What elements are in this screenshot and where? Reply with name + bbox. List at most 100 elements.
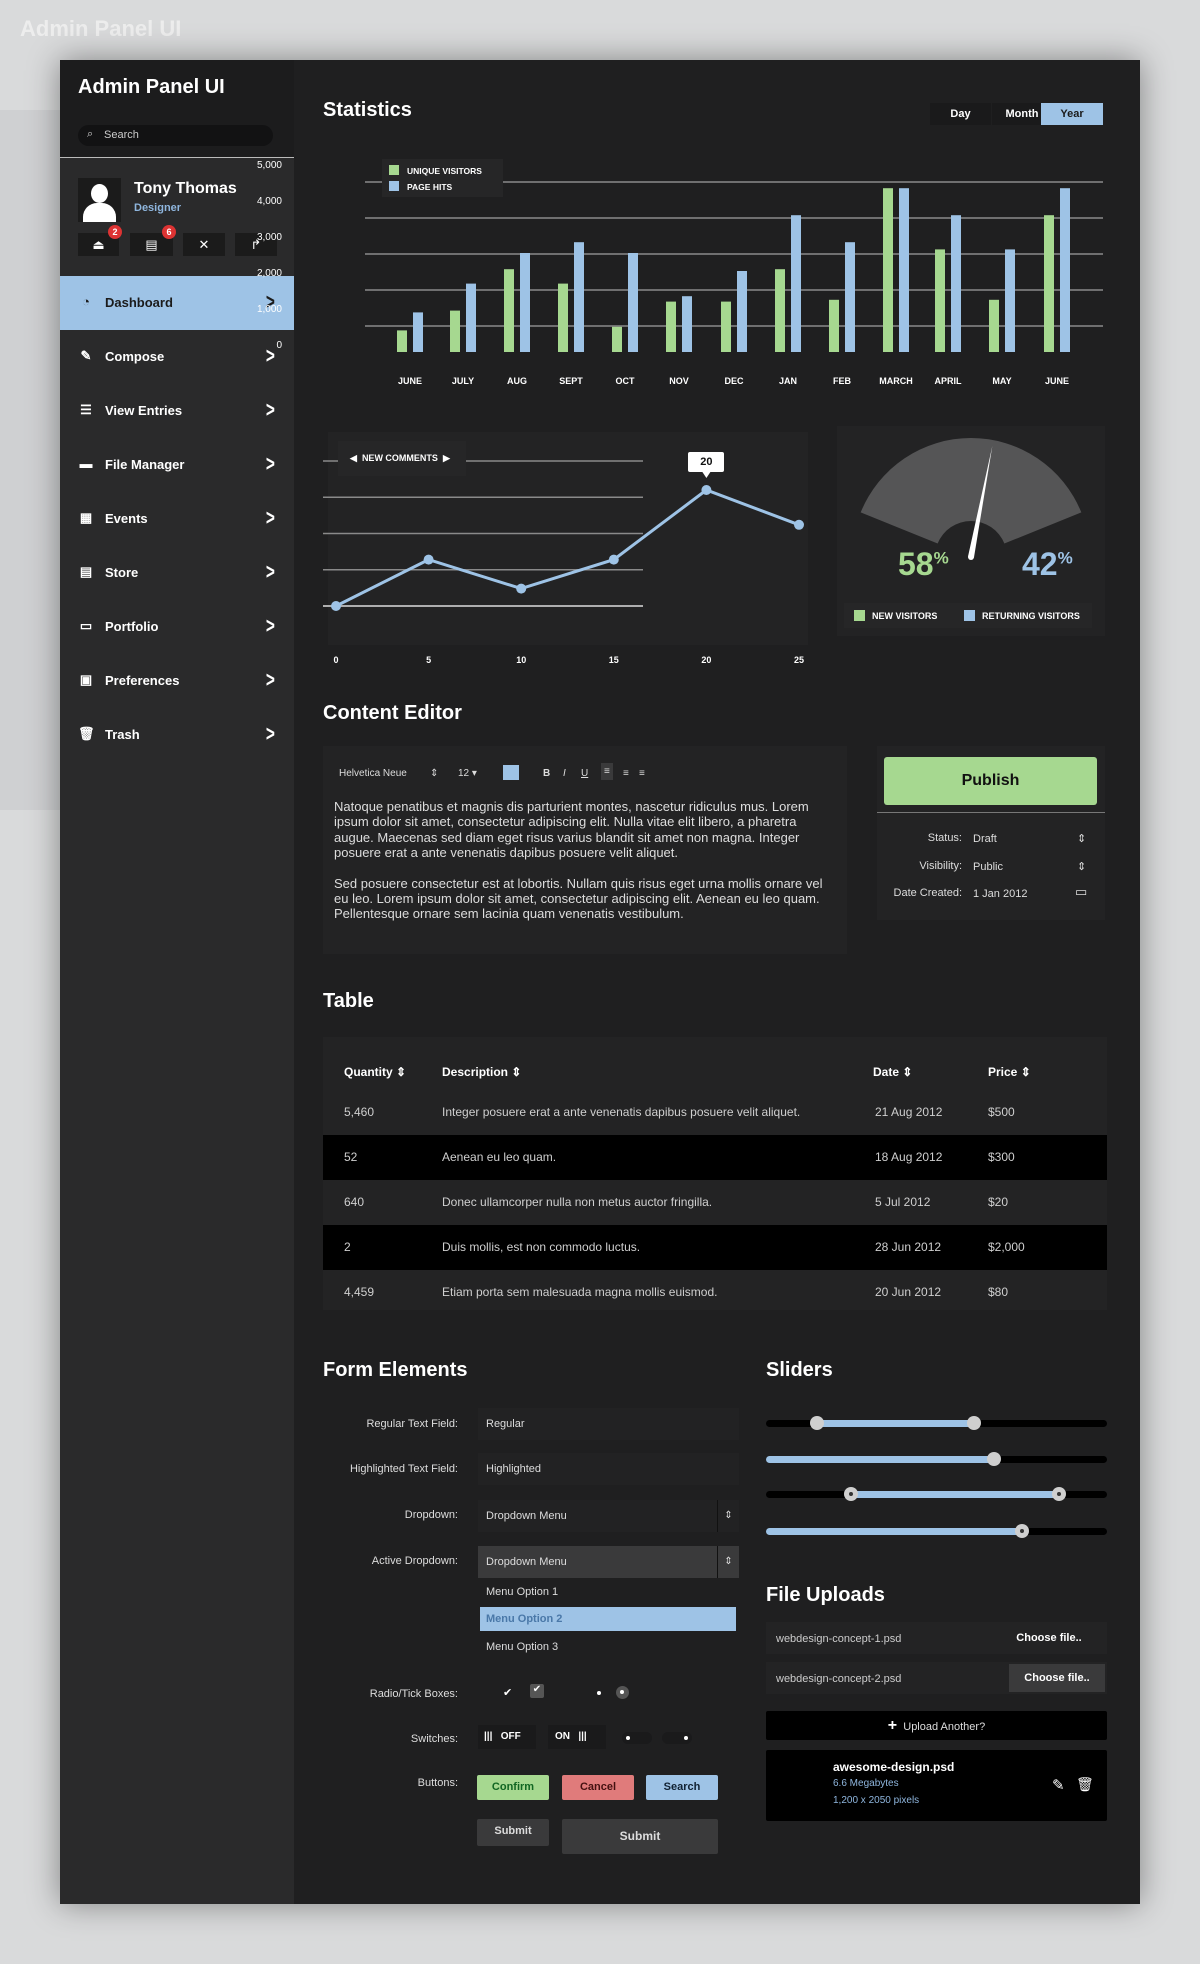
cell-date: 28 Jun 2012	[875, 1240, 942, 1254]
active-dropdown[interactable]: Dropdown Menu ⇕	[478, 1546, 739, 1578]
header-price[interactable]: Price ⇕	[988, 1065, 1031, 1079]
uploaded-file-card: awesome-design.psd 6.6 Megabytes 1,200 x…	[766, 1750, 1107, 1821]
cell-description: Integer posuere erat a ante venenatis da…	[442, 1105, 801, 1119]
table-row[interactable]: 640 Donec ullamcorper nulla non metus au…	[323, 1180, 1107, 1225]
cell-quantity: 52	[344, 1150, 358, 1164]
trash-icon: 🗑	[78, 726, 95, 741]
cell-date: 5 Jul 2012	[875, 1195, 931, 1209]
status-select[interactable]: Draft	[973, 833, 997, 845]
choose-file-button[interactable]: Choose file..	[1001, 1622, 1097, 1654]
sidebar-item-label: Trash	[105, 727, 140, 742]
color-picker[interactable]	[503, 765, 519, 780]
search-button[interactable]: Search	[646, 1775, 718, 1800]
table-row[interactable]: 5,460 Integer posuere erat a ante venena…	[323, 1090, 1107, 1135]
cancel-button[interactable]: Cancel	[562, 1775, 634, 1800]
font-select[interactable]: Helvetica Neue	[339, 768, 407, 779]
file-name: webdesign-concept-2.psd	[776, 1673, 902, 1685]
header-date[interactable]: Date ⇕	[873, 1065, 912, 1079]
header-quantity[interactable]: Quantity ⇕	[344, 1065, 406, 1079]
legend-swatch-returning	[964, 610, 975, 621]
slider-handle-min[interactable]	[810, 1416, 825, 1430]
underline-button[interactable]: U	[581, 768, 588, 779]
menu-option-3[interactable]: Menu Option 3	[480, 1635, 736, 1659]
visibility-stepper-icon[interactable]: ⇕	[1077, 860, 1086, 873]
visibility-select[interactable]: Public	[973, 861, 1003, 873]
sidebar-item-trash[interactable]: 🗑 Trash >	[60, 708, 294, 762]
regular-text-field[interactable]: Regular	[478, 1408, 739, 1440]
choose-file-button[interactable]: Choose file..	[1009, 1664, 1105, 1692]
size-select[interactable]: 12 ▾	[458, 768, 477, 779]
editor-text[interactable]: Natoque penatibus et magnis dis parturie…	[334, 799, 829, 922]
cell-price: $80	[988, 1285, 1009, 1299]
slider-fill	[817, 1420, 974, 1427]
slider-handle[interactable]	[1014, 1524, 1029, 1538]
toggle-left[interactable]	[622, 1732, 652, 1744]
radio-button[interactable]	[597, 1691, 601, 1695]
trash-icon[interactable]: 🗑	[1076, 1776, 1094, 1793]
table-row[interactable]: 4,459 Etiam porta sem malesuada magna mo…	[323, 1270, 1107, 1315]
sliders-title: Sliders	[766, 1359, 833, 1381]
highlighted-text-field[interactable]: Highlighted	[478, 1453, 739, 1485]
slider-1[interactable]	[766, 1416, 1107, 1430]
slider-fill	[766, 1456, 995, 1463]
align-right-icon[interactable]: ≡	[639, 768, 645, 779]
cell-quantity: 4,459	[344, 1285, 375, 1299]
edit-icon[interactable]: ✎	[1052, 1776, 1065, 1794]
date-value[interactable]: 1 Jan 2012	[973, 888, 1027, 900]
cell-price: $20	[988, 1195, 1009, 1209]
align-center-icon[interactable]: ≡	[623, 768, 629, 779]
publish-panel: Publish Status: Draft ⇕ Visibility: Publ…	[877, 746, 1105, 920]
submit-large-button[interactable]: Submit	[562, 1819, 718, 1854]
slider-handle[interactable]	[987, 1452, 1002, 1466]
upload-another-button[interactable]: + Upload Another?	[766, 1711, 1107, 1740]
editor-panel: Helvetica Neue ⇕ 12 ▾ B I U ≡ ≡ ≡ Natoqu…	[323, 746, 847, 954]
content-editor-title: Content Editor	[323, 702, 462, 724]
cell-price: $2,000	[988, 1240, 1025, 1254]
submit-small-button[interactable]: Submit	[477, 1819, 549, 1846]
gauge-arc	[860, 438, 1082, 544]
toggle-right[interactable]	[662, 1732, 692, 1744]
align-left-icon[interactable]: ≡	[601, 763, 613, 780]
menu-option-2[interactable]: Menu Option 2	[480, 1607, 736, 1631]
slider-handle-max[interactable]	[967, 1416, 981, 1430]
calendar-icon[interactable]: ▭	[1075, 884, 1087, 900]
regular-field-label: Regular Text Field:	[366, 1418, 458, 1430]
dropdown[interactable]: Dropdown Menu ⇕	[478, 1500, 739, 1532]
file-name: webdesign-concept-1.psd	[776, 1633, 902, 1645]
slider-3[interactable]	[766, 1487, 1107, 1501]
tick-box-checked-boxed[interactable]: ✔	[530, 1684, 544, 1698]
table-row[interactable]: 2 Duis mollis, est non commodo luctus. 2…	[323, 1225, 1107, 1270]
editor-paragraph: Natoque penatibus et magnis dis parturie…	[334, 799, 809, 861]
slider-4[interactable]	[766, 1524, 1107, 1538]
tick-box-checked[interactable]: ✔	[503, 1686, 512, 1699]
legend-returning-visitors: RETURNING VISITORS	[982, 611, 1080, 621]
chevron-right-icon: >	[265, 721, 275, 746]
slider-2[interactable]	[766, 1452, 1107, 1466]
table-row[interactable]: 52 Aenean eu leo quam. 18 Aug 2012 $300	[323, 1135, 1107, 1180]
menu-option-1[interactable]: Menu Option 1	[480, 1580, 736, 1604]
confirm-button[interactable]: Confirm	[477, 1775, 549, 1800]
cell-date: 18 Aug 2012	[875, 1150, 943, 1164]
highlighted-field-label: Highlighted Text Field:	[349, 1463, 458, 1475]
dropdown-stepper-icon: ⇕	[717, 1500, 739, 1532]
slider-handle-min[interactable]	[844, 1487, 859, 1501]
cell-price: $300	[988, 1150, 1015, 1164]
font-stepper-icon[interactable]: ⇕	[430, 768, 438, 779]
switch-off[interactable]: ||| OFF	[478, 1725, 536, 1749]
uploaded-file-dimensions: 1,200 x 2050 pixels	[833, 1795, 920, 1806]
file-uploads-title: File Uploads	[766, 1584, 885, 1606]
switch-on[interactable]: ON |||	[548, 1725, 606, 1749]
slider-handle-max[interactable]	[1052, 1487, 1067, 1501]
plus-icon: +	[887, 1717, 898, 1734]
italic-button[interactable]: I	[563, 768, 566, 779]
status-stepper-icon[interactable]: ⇕	[1077, 832, 1086, 845]
publish-button[interactable]: Publish	[884, 757, 1097, 805]
status-label: Status:	[927, 832, 962, 844]
header-description[interactable]: Description ⇕	[442, 1065, 521, 1079]
bold-button[interactable]: B	[543, 768, 550, 779]
radio-label: Radio/Tick Boxes:	[369, 1688, 458, 1700]
radio-button-selected[interactable]	[616, 1686, 629, 1699]
uploaded-file-size: 6.6 Megabytes	[833, 1778, 899, 1789]
cell-date: 21 Aug 2012	[875, 1105, 943, 1119]
visibility-label: Visibility:	[919, 860, 962, 872]
